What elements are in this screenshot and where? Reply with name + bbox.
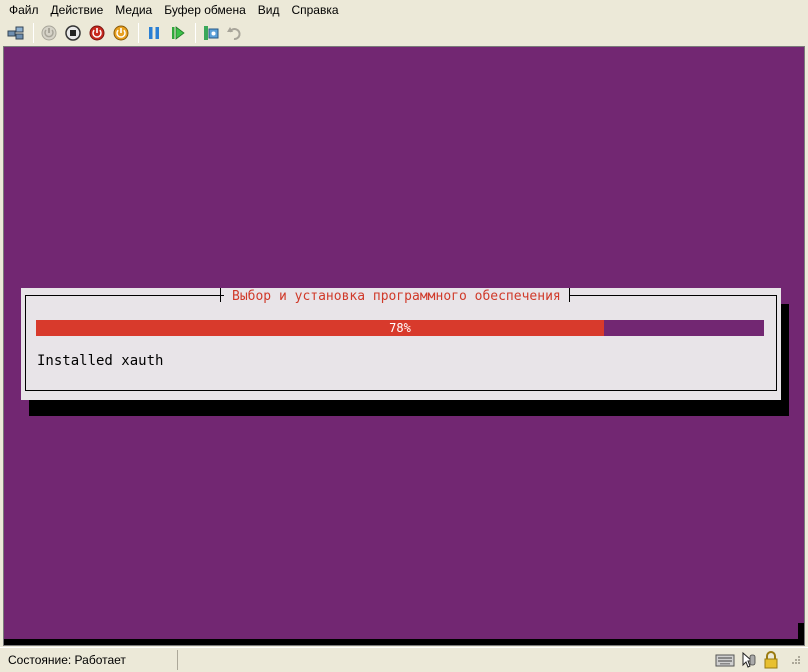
mouse-status (738, 650, 758, 670)
snapshot-icon (204, 26, 219, 40)
menu-action[interactable]: Действие (45, 0, 110, 20)
installer-dialog: Выбор и установка программного обеспечен… (21, 288, 781, 400)
revert-button[interactable] (224, 22, 246, 44)
status-bar: Состояние: Работает (0, 647, 808, 672)
title-left-tick (220, 288, 221, 302)
shutdown-button[interactable] (86, 22, 108, 44)
save-state-icon (113, 25, 129, 41)
console-right-edge (798, 623, 804, 645)
save-state-button[interactable] (110, 22, 132, 44)
progress-percent: 78% (389, 321, 411, 335)
keyboard-icon (715, 654, 735, 667)
dialog-frame (25, 295, 777, 391)
dialog-title: Выбор и установка программного обеспечен… (224, 288, 569, 306)
install-message: Installed xauth (37, 353, 164, 369)
title-right-tick (569, 288, 570, 302)
turn-off-button[interactable] (62, 22, 84, 44)
status-icons (715, 650, 804, 670)
menu-view[interactable]: Вид (252, 0, 286, 20)
start-button[interactable] (38, 22, 60, 44)
toolbar-separator (138, 23, 139, 43)
toolbar (0, 20, 808, 46)
lock-icon (764, 651, 778, 669)
ctrl-alt-del-button[interactable] (5, 22, 27, 44)
vm-status: Состояние: Работает (0, 650, 178, 670)
shutdown-icon (89, 25, 105, 41)
pause-icon (149, 27, 159, 39)
resume-icon (172, 26, 185, 40)
resume-button[interactable] (167, 22, 189, 44)
menu-bar: Файл Действие Медиа Буфер обмена Вид Спр… (0, 0, 808, 20)
resize-grip-icon (792, 656, 800, 664)
mouse-capture-icon (742, 651, 756, 668)
ctrl-alt-del-icon (7, 26, 24, 40)
menu-media[interactable]: Медиа (109, 0, 158, 20)
lock-status (761, 650, 781, 670)
resize-grip[interactable] (784, 650, 804, 670)
toolbar-separator (33, 23, 34, 43)
revert-icon (227, 27, 241, 40)
snapshot-button[interactable] (200, 22, 222, 44)
menu-file[interactable]: Файл (3, 0, 45, 20)
toolbar-separator (195, 23, 196, 43)
pause-button[interactable] (143, 22, 165, 44)
vm-screen[interactable]: Выбор и установка программного обеспечен… (3, 46, 805, 646)
progress-bar: 78% (36, 320, 764, 336)
keyboard-status (715, 650, 735, 670)
start-icon (41, 25, 57, 41)
console-bottom-edge (4, 639, 804, 645)
menu-help[interactable]: Справка (285, 0, 344, 20)
turn-off-icon (65, 25, 81, 41)
menu-clipboard[interactable]: Буфер обмена (158, 0, 252, 20)
